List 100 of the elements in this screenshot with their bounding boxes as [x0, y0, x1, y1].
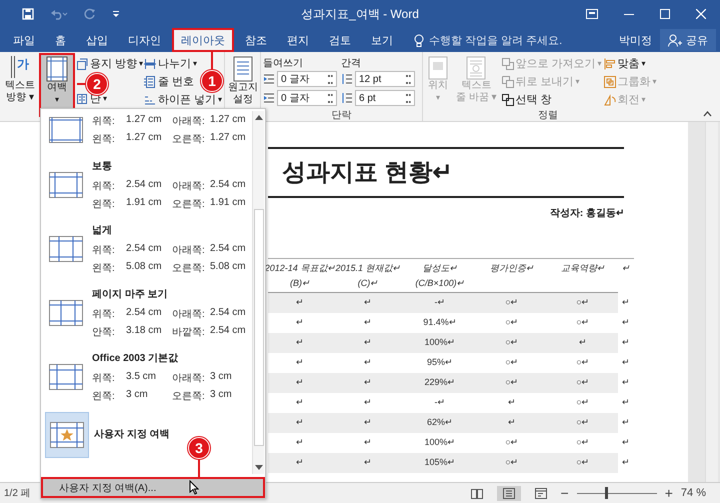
picture-icon — [428, 56, 448, 80]
share-button[interactable]: 공유 — [660, 29, 716, 51]
margin-preset-item[interactable]: 넓게 위쪽: 2.54 cm 아래쪽: 2.54 cm 왼쪽: 5.08 cm 오른쪽: 5.08 cm — [45, 217, 256, 281]
table-cell-text: ○↵ — [504, 316, 520, 329]
ribbon-tab[interactable]: 삽입 — [77, 28, 117, 52]
print-layout-icon[interactable] — [496, 486, 521, 500]
margin-preset-item[interactable]: 보통 위쪽: 2.54 cm 아래쪽: 2.54 cm 왼쪽: 1.91 cm 오른쪽: 1.91 cm — [45, 153, 256, 217]
ribbon-small-button[interactable]: 용지 방향 ▾ — [76, 56, 143, 71]
page-count[interactable]: 1/2 페 — [0, 486, 31, 500]
margin-preset-item[interactable]: 페이지 마주 보기 위쪽: 2.54 cm 아래쪽: 2.54 cm 안쪽: 3.18 cm 바깥쪽: 2.54 cm — [45, 281, 256, 345]
step-number-callout: 2 — [86, 73, 108, 95]
table-cell-text: ↵ — [621, 296, 631, 309]
table-cell-text: ↵ — [621, 396, 631, 409]
table-cell: ↵ — [332, 373, 404, 393]
ribbon-tab[interactable]: 보기 — [362, 28, 402, 52]
save-icon[interactable] — [22, 8, 34, 20]
hyphenation-icon — [144, 94, 156, 106]
maximize-icon[interactable] — [660, 9, 670, 19]
text-direction-button[interactable]: 가 텍스트 방향 ▾ — [2, 54, 38, 116]
table-cell: ↵ — [332, 293, 404, 313]
custom-margins-star-icon — [50, 422, 84, 448]
table-cell: ↵ — [268, 333, 332, 353]
table-cell: ○↵ — [548, 373, 618, 393]
zoom-out-button[interactable]: − — [560, 485, 569, 501]
ribbon-small-button[interactable]: 줄 번호 — [144, 74, 194, 89]
table-cell-text: ↵ — [507, 396, 517, 409]
table-cell: ○↵ — [548, 413, 618, 433]
table-cell-text: ↵ — [363, 436, 373, 449]
step-number-callout: 3 — [188, 437, 210, 459]
zoom-in-button[interactable]: + — [664, 485, 673, 501]
page-margins-icon — [49, 117, 83, 143]
table-cell: ↵ — [268, 453, 332, 473]
selection-pane-icon — [502, 94, 514, 106]
table-cell-text: ○↵ — [575, 436, 591, 449]
tell-me-field[interactable]: 수행할 작업을 알려 주세요. — [414, 28, 562, 52]
scroll-up-icon[interactable] — [254, 114, 262, 120]
ribbon-small-button[interactable]: 선택 창 — [502, 92, 552, 107]
table-cell-text: ↵ — [621, 456, 631, 469]
custom-margins-menu-item[interactable]: 사용자 지정 여백(A)... — [41, 477, 265, 498]
table-cell: 100%↵ — [404, 333, 476, 353]
customize-toolbar-icon[interactable] — [112, 10, 120, 18]
zoom-level[interactable]: 74 % — [680, 487, 706, 499]
ribbon-tab[interactable]: 디자인 — [119, 28, 170, 52]
scroll-down-icon[interactable] — [254, 465, 262, 471]
menu-scrollbar[interactable] — [252, 111, 264, 474]
indent-field[interactable]: 0 글자 — [277, 90, 337, 106]
collapse-ribbon-icon[interactable] — [703, 111, 712, 117]
page-margins-icon — [49, 236, 83, 262]
indent-field[interactable]: 0 글자 — [277, 71, 337, 87]
undo-icon[interactable] — [50, 8, 68, 20]
table-cell: ○↵ — [476, 373, 548, 393]
ribbon-tab[interactable]: 홈 — [46, 28, 75, 52]
table-cell-text: ↵ — [621, 336, 631, 349]
line-numbers-icon — [144, 76, 156, 88]
spacing-field[interactable]: 12 pt — [355, 71, 415, 87]
group-label: 정렬 — [537, 109, 559, 121]
table-cell: ↵ — [332, 413, 404, 433]
table-cell-text: ↵ — [621, 376, 631, 389]
close-icon[interactable] — [696, 9, 706, 19]
ribbon-tab[interactable]: 검토 — [320, 28, 360, 52]
table-cell: 229%↵ — [404, 373, 476, 393]
ribbon-small-button[interactable]: 나누기 ▾ — [144, 56, 197, 71]
table-cell: 105%↵ — [404, 453, 476, 473]
line-spacing-icon — [341, 73, 353, 85]
table-cell-text: 91.4%↵ — [422, 316, 458, 329]
margins-icon — [46, 56, 68, 82]
layers-icon — [502, 76, 514, 88]
page-margins-icon — [49, 300, 83, 326]
user-name[interactable]: 박미정 — [619, 28, 652, 52]
table-cell-text: 100%↵ — [423, 436, 457, 449]
table-cell: ↵ — [268, 373, 332, 393]
indent-label: 들여쓰기 — [263, 57, 304, 68]
table-cell: ↵ — [268, 293, 332, 313]
ribbon-tab[interactable]: 파일 — [4, 28, 44, 52]
group-label: 단락 — [330, 109, 352, 121]
table-cell: ↵ — [548, 333, 618, 353]
ribbon-tab[interactable]: 편지 — [278, 28, 318, 52]
ribbon-small-button[interactable]: 하이픈 넣기 ▾ — [144, 92, 222, 107]
table-cell-text: ↵ — [621, 316, 631, 329]
vertical-scrollbar[interactable] — [705, 122, 718, 482]
zoom-slider-thumb[interactable] — [605, 487, 608, 499]
author-line: 작성자: 홍길동↵ — [548, 207, 624, 220]
table-cell-text: ↵ — [295, 396, 305, 409]
ribbon-tab[interactable]: 참조 — [236, 28, 276, 52]
ribbon-tab[interactable]: 레이아웃 — [172, 28, 234, 52]
spacing-field[interactable]: 6 pt — [355, 90, 415, 106]
document-title: 성과지표 현황↵ — [281, 158, 454, 188]
table-cell-text: ↵ — [295, 316, 305, 329]
line-spacing-icon — [341, 92, 353, 104]
table-cell: 62%↵ — [404, 413, 476, 433]
table-cell-text: ↵ — [363, 316, 373, 329]
table-cell: ○↵ — [476, 293, 548, 313]
ribbon-display-icon[interactable] — [586, 9, 598, 19]
table-cell: ↵ — [332, 333, 404, 353]
margin-preset-item[interactable]: Office 2003 기본값 위쪽: 3.5 cm 아래쪽: 3 cm 왼쪽: 3 cm 오른쪽: 3 cm — [45, 345, 256, 409]
lightbulb-icon — [414, 34, 424, 46]
ribbon-small-button[interactable]: 맞춤 ▾ — [604, 56, 646, 71]
table-cell-text: ○↵ — [575, 316, 591, 329]
redo-icon[interactable] — [84, 8, 96, 20]
table-cell-text: ↵ — [295, 356, 305, 369]
